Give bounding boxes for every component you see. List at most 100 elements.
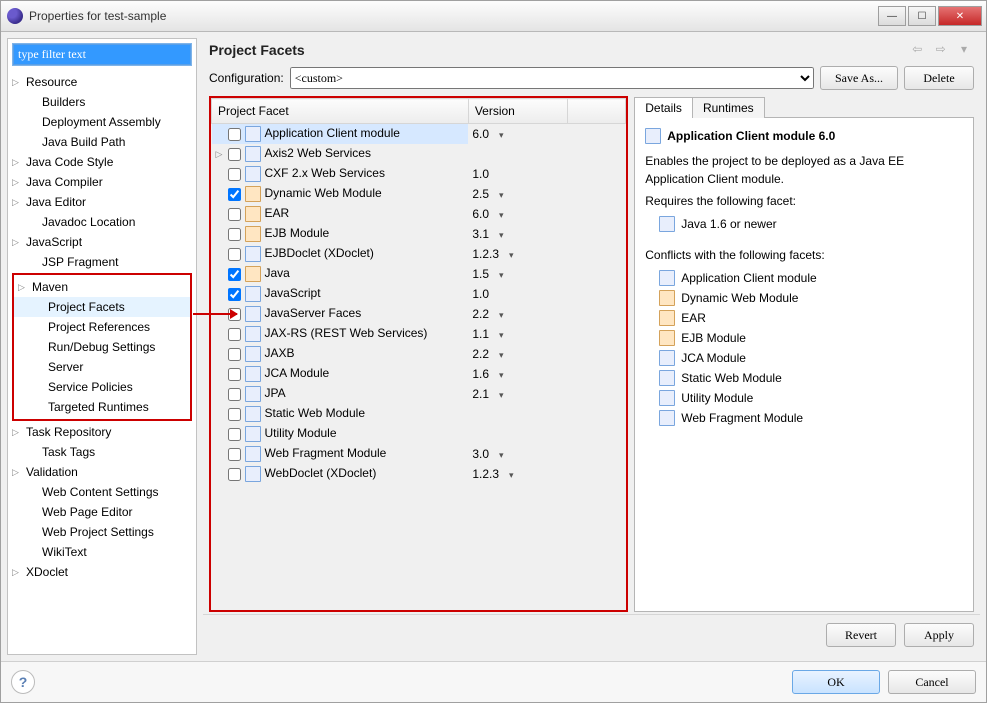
tree-item[interactable]: Task Tags [8, 442, 196, 462]
version-dropdown-icon[interactable]: ▾ [489, 390, 504, 400]
facet-checkbox[interactable] [228, 128, 241, 141]
filter-input[interactable] [13, 44, 191, 65]
tree-item[interactable]: Deployment Assembly [8, 112, 196, 132]
column-version[interactable]: Version [468, 99, 567, 124]
tree-item[interactable]: Service Policies [14, 377, 190, 397]
tree-item[interactable]: Targeted Runtimes [14, 397, 190, 417]
facet-row[interactable]: JavaScript1.0 [212, 284, 626, 304]
expand-icon[interactable]: ▷ [12, 427, 22, 438]
revert-button[interactable]: Revert [826, 623, 896, 647]
version-dropdown-icon[interactable]: ▾ [489, 270, 504, 280]
help-button[interactable]: ? [11, 670, 35, 694]
ok-button[interactable]: OK [792, 670, 880, 694]
facet-checkbox[interactable] [228, 268, 241, 281]
version-dropdown-icon[interactable]: ▾ [499, 250, 514, 260]
version-dropdown-icon[interactable]: ▾ [489, 450, 504, 460]
tree-item[interactable]: ▷JavaScript [8, 232, 196, 252]
expand-icon[interactable]: ▷ [12, 77, 22, 88]
facet-checkbox[interactable] [228, 228, 241, 241]
facet-checkbox[interactable] [228, 368, 241, 381]
expand-icon[interactable]: ▷ [12, 157, 22, 168]
facet-checkbox[interactable] [228, 188, 241, 201]
facet-checkbox[interactable] [228, 248, 241, 261]
facet-row[interactable]: WebDoclet (XDoclet)1.2.3▾ [212, 464, 626, 484]
expand-icon[interactable]: ▷ [12, 197, 22, 208]
facet-row[interactable]: EJB Module3.1▾ [212, 224, 626, 244]
minimize-button[interactable]: — [878, 6, 906, 26]
tab-details[interactable]: Details [634, 97, 693, 118]
facet-row[interactable]: JPA2.1▾ [212, 384, 626, 404]
version-dropdown-icon[interactable]: ▾ [489, 190, 504, 200]
facet-row[interactable]: Web Fragment Module3.0▾ [212, 444, 626, 464]
tree-item[interactable]: ▷Maven [14, 277, 190, 297]
tree-item[interactable]: Java Build Path [8, 132, 196, 152]
version-dropdown-icon[interactable]: ▾ [489, 230, 504, 240]
tree-item[interactable]: Web Content Settings [8, 482, 196, 502]
tree-item[interactable]: ▷XDoclet [8, 562, 196, 582]
tree-item[interactable]: Run/Debug Settings [14, 337, 190, 357]
version-dropdown-icon[interactable]: ▾ [489, 210, 504, 220]
version-dropdown-icon[interactable]: ▾ [489, 330, 504, 340]
tree-item[interactable]: WikiText [8, 542, 196, 562]
facet-row[interactable]: JAX-RS (REST Web Services)1.1▾ [212, 324, 626, 344]
tree-item[interactable]: Project References [14, 317, 190, 337]
tree-item[interactable]: Web Page Editor [8, 502, 196, 522]
apply-button[interactable]: Apply [904, 623, 974, 647]
cancel-button[interactable]: Cancel [888, 670, 976, 694]
expand-icon[interactable]: ▷ [12, 177, 22, 188]
version-dropdown-icon[interactable]: ▾ [499, 470, 514, 480]
tree-item[interactable]: Server [14, 357, 190, 377]
tree-item[interactable]: JSP Fragment [8, 252, 196, 272]
tree-item[interactable]: ▷Resource [8, 72, 196, 92]
facet-checkbox[interactable] [228, 328, 241, 341]
delete-button[interactable]: Delete [904, 66, 974, 90]
facet-checkbox[interactable] [228, 208, 241, 221]
facet-row[interactable]: Application Client module6.0▾ [212, 124, 626, 145]
tree-item[interactable]: ▷Java Editor [8, 192, 196, 212]
version-dropdown-icon[interactable]: ▾ [489, 310, 504, 320]
tree-item[interactable]: Web Project Settings [8, 522, 196, 542]
facet-checkbox[interactable] [228, 448, 241, 461]
save-as-button[interactable]: Save As... [820, 66, 898, 90]
facet-checkbox[interactable] [228, 408, 241, 421]
maximize-button[interactable]: ☐ [908, 6, 936, 26]
facet-checkbox[interactable] [228, 468, 241, 481]
facet-checkbox[interactable] [228, 148, 241, 161]
tree-item[interactable]: ▷Java Compiler [8, 172, 196, 192]
facet-row[interactable]: CXF 2.x Web Services1.0 [212, 164, 626, 184]
tree-item[interactable]: ▷Validation [8, 462, 196, 482]
facet-checkbox[interactable] [228, 288, 241, 301]
tab-runtimes[interactable]: Runtimes [692, 97, 765, 118]
facet-checkbox[interactable] [228, 348, 241, 361]
version-dropdown-icon[interactable]: ▾ [489, 130, 504, 140]
facet-row[interactable]: JCA Module1.6▾ [212, 364, 626, 384]
facet-row[interactable]: EJBDoclet (XDoclet)1.2.3▾ [212, 244, 626, 264]
expand-icon[interactable]: ▷ [12, 567, 22, 578]
version-dropdown-icon[interactable]: ▾ [489, 370, 504, 380]
facet-checkbox[interactable] [228, 168, 241, 181]
tree-item[interactable]: Builders [8, 92, 196, 112]
tree-item[interactable]: ▷Java Code Style [8, 152, 196, 172]
facet-row[interactable]: ▷Axis2 Web Services [212, 144, 626, 164]
facet-row[interactable]: Dynamic Web Module2.5▾ [212, 184, 626, 204]
expand-icon[interactable]: ▷ [12, 237, 22, 248]
close-button[interactable]: ✕ [938, 6, 982, 26]
facet-row[interactable]: Utility Module [212, 424, 626, 444]
nav-back-icon[interactable]: ⇦ [909, 42, 925, 58]
expand-icon[interactable]: ▷ [216, 149, 228, 160]
facet-row[interactable]: Static Web Module [212, 404, 626, 424]
version-dropdown-icon[interactable]: ▾ [489, 350, 504, 360]
facet-row[interactable]: JavaServer Faces2.2▾ [212, 304, 626, 324]
facet-table[interactable]: Project Facet Version Application Client… [211, 98, 626, 610]
tree-item[interactable]: Project Facets [14, 297, 190, 317]
tree-item[interactable]: ▷Task Repository [8, 422, 196, 442]
facet-checkbox[interactable] [228, 428, 241, 441]
nav-forward-icon[interactable]: ⇨ [933, 42, 949, 58]
facet-row[interactable]: Java1.5▾ [212, 264, 626, 284]
configuration-select[interactable]: <custom> [290, 67, 814, 89]
facet-checkbox[interactable] [228, 388, 241, 401]
expand-icon[interactable]: ▷ [18, 282, 28, 293]
column-facet[interactable]: Project Facet [212, 99, 469, 124]
expand-icon[interactable]: ▷ [12, 467, 22, 478]
category-tree[interactable]: ▷ResourceBuildersDeployment AssemblyJava… [8, 70, 196, 654]
